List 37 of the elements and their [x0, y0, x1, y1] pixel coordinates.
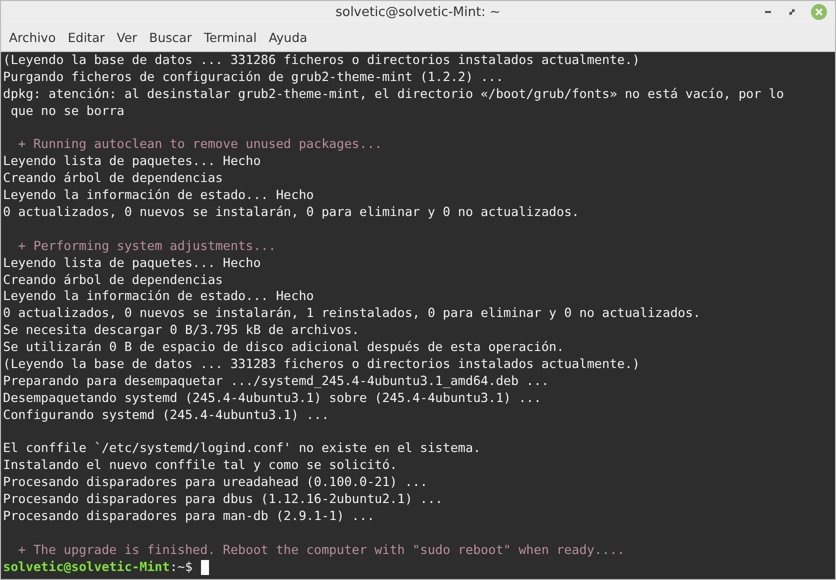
output-line: Se necesita descargar 0 B/3.795 kB de archivos. [3, 322, 360, 340]
restore-icon[interactable] [787, 7, 797, 17]
output-line: Purgando ficheros de configuración de grub2-theme-mint (1.2.2) ... [3, 68, 504, 86]
prompt-user-host: solvetic@solvetic-Mint [3, 558, 170, 576]
menu-item[interactable]: Ver [110, 26, 144, 48]
output-line: (Leyendo la base de datos ... 331283 ficheros o directorios instalados actualmente.) [3, 356, 641, 373]
output-line: Leyendo lista de paquetes... Hecho [3, 153, 262, 170]
output-line: Leyendo la información de estado... Hecho [3, 187, 315, 204]
prompt-path: :~$ [170, 558, 193, 576]
output-line: 0 actualizados, 0 nuevos se instalarán, 1 reinstalados, 0 para eliminar y 0 no actualizados. [3, 305, 702, 322]
notice-line: + Performing system adjustments... [17, 238, 277, 255]
output-line: Desempaquetando systemd (245.4-4ubuntu3.1) sobre (245.4-4ubuntu3.1) ... [3, 390, 542, 407]
output-line: Procesando disparadores para man-db (2.9.1-1) ... [3, 508, 376, 525]
output-line: (Leyendo la base de datos ... 331286 ficheros o directorios instalados actualmente.) [3, 52, 641, 69]
output-line: Creando árbol de dependencias [3, 272, 224, 288]
menu-item[interactable]: Editar [62, 26, 111, 48]
output-line: El conffile `/etc/systemd/logind.conf' no existe en el sistema. [3, 440, 482, 458]
notice-line: + Running autoclean to remove unused packages... [17, 136, 384, 154]
output-line: Preparando para desempaquetar .../systemd_245.4-4ubuntu3.1_amd64.deb ... [3, 372, 550, 390]
menu-item[interactable]: Archivo [3, 26, 62, 48]
output-line: Procesando disparadores para ureadahead (0.100.0-21) ... [3, 474, 429, 492]
menu-item[interactable]: Buscar [143, 26, 198, 48]
output-line: 0 actualizados, 0 nuevos se instalarán, 0 para eliminar y 0 no actualizados. [3, 204, 580, 221]
output-line: Leyendo la información de estado... Hecho [3, 288, 315, 306]
notice-line: + The upgrade is finished. Reboot the computer with "sudo reboot" when ready.... [17, 542, 626, 559]
menu-item[interactable]: Terminal [198, 26, 263, 48]
output-line: que no se borra [10, 102, 126, 120]
output-line: Instalando el nuevo conffile tal y como se solicitó. [3, 457, 398, 474]
output-line: dpkg: atención: al desinstalar grub2-theme-mint, el directorio «/boot/grub/fonts» no está vacío, por lo [3, 86, 785, 103]
output-line: Configurando systemd (245.4-4ubuntu3.1) ... [3, 406, 330, 424]
output-line: Procesando disparadores para dbus (1.12.16-2ubuntu2.1) ... [3, 491, 444, 508]
output-line: Creando árbol de dependencias [3, 170, 224, 188]
output-line: Leyendo lista de paquetes... Hecho [3, 254, 262, 272]
menu-item[interactable]: Ayuda [262, 26, 314, 48]
text-cursor [200, 560, 209, 575]
window-title: solvetic@solvetic-Mint: ~ [335, 4, 501, 20]
output-line: Se utilizarán 0 B de espacio de disco adicional después de esta operación. [3, 339, 566, 356]
